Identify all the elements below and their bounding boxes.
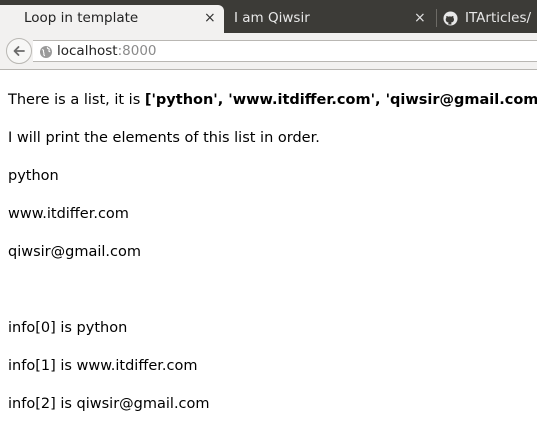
back-button[interactable] [6, 38, 32, 64]
back-arrow-icon [13, 46, 25, 56]
url-host: localhost [57, 43, 118, 59]
tab-title: Loop in template [24, 10, 139, 26]
element-item: www.itdiffer.com [8, 206, 129, 222]
indexed-item: info[1] is www.itdiffer.com [8, 358, 198, 374]
indexed-item: info[0] is python [8, 320, 128, 336]
tab-i-am-qiwsir[interactable]: I am Qiwsir × [226, 5, 434, 33]
github-icon [443, 10, 458, 33]
close-tab-icon[interactable]: × [414, 6, 426, 30]
indexed-item: info[2] is qiwsir@gmail.com [8, 396, 210, 412]
page-content: There is a list, it is ['python', 'www.i… [8, 90, 537, 432]
intro-line: There is a list, it is ['python', 'www.i… [8, 90, 537, 128]
tab-title: ITArticles/ [465, 10, 532, 26]
tab-title: I am Qiwsir [234, 10, 310, 26]
navigation-toolbar: localhost:8000 [0, 33, 537, 70]
globe-icon [39, 44, 53, 63]
order-line: I will print the elements of this list i… [8, 130, 320, 146]
tab-itarticles[interactable]: ITArticles/ [440, 5, 537, 33]
element-item: python [8, 168, 59, 184]
close-tab-icon[interactable]: × [204, 6, 216, 30]
intro-prefix: There is a list, it is [8, 92, 145, 108]
tab-strip: Loop in template × I am Qiwsir × ITArtic… [0, 0, 537, 33]
element-item: qiwsir@gmail.com [8, 244, 141, 260]
tab-loop-in-template[interactable]: Loop in template × [0, 5, 224, 33]
address-bar[interactable]: localhost:8000 [33, 40, 537, 62]
url-port: :8000 [117, 43, 157, 59]
tab-separator [436, 9, 437, 27]
url-text: localhost:8000 [57, 42, 157, 60]
list-literal: ['python', 'www.itdiffer.com', 'qiwsir@g… [144, 92, 537, 108]
